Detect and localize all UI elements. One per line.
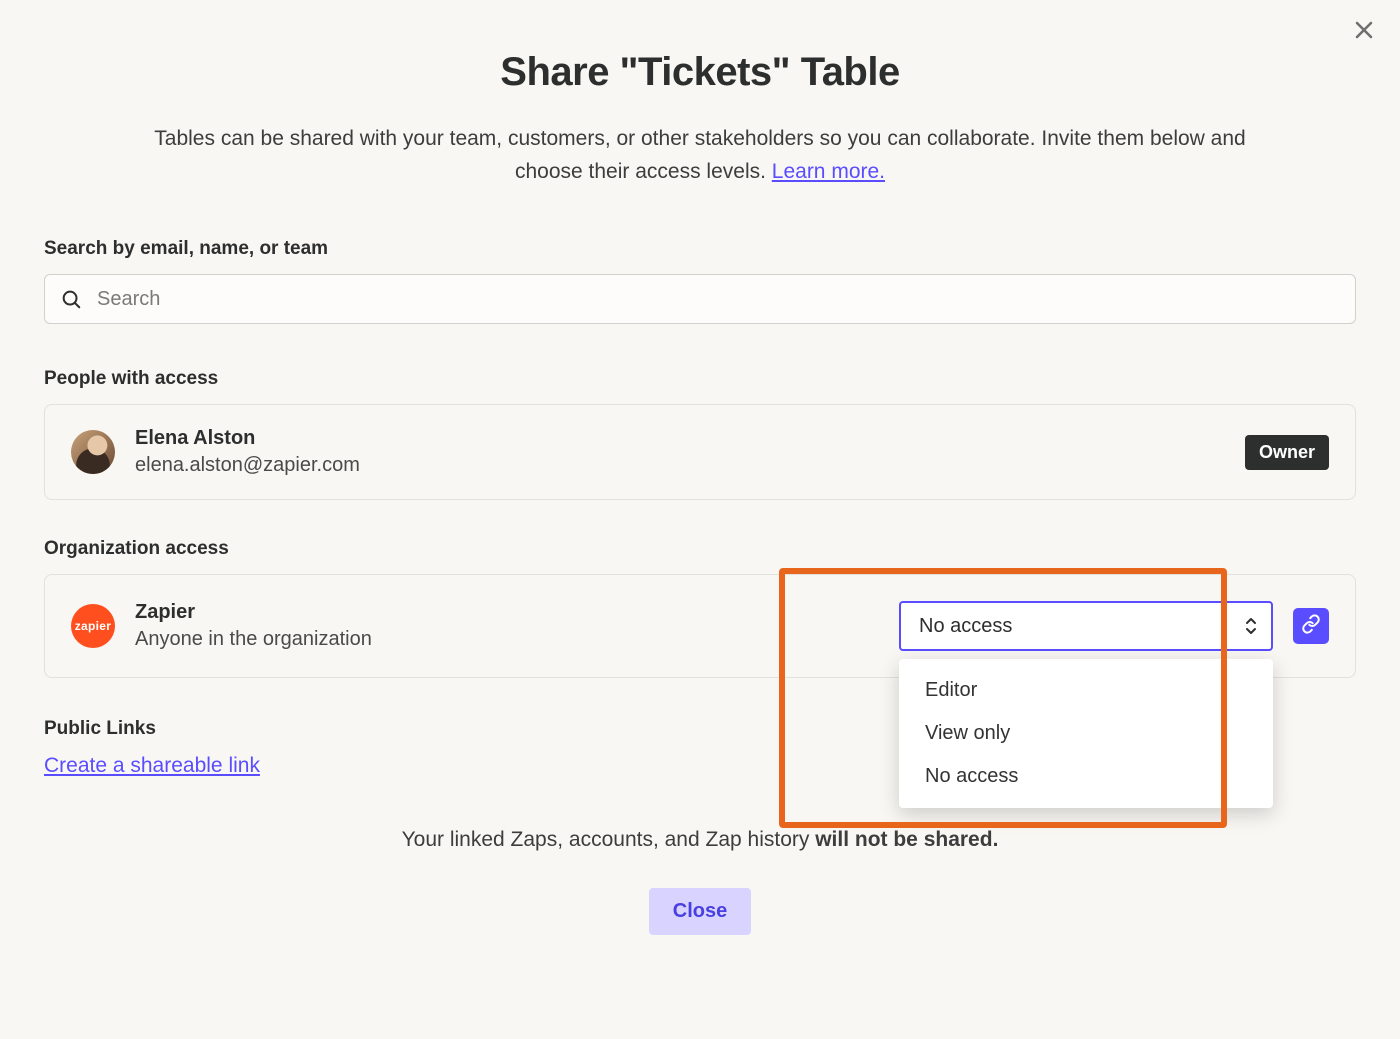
zapier-logo-icon: zapier [71,604,115,648]
people-label: People with access [44,368,1356,390]
org-label: Organization access [44,538,1356,560]
access-select: No access Editor View only No access [899,601,1273,651]
person-name: Elena Alston [135,425,1225,452]
access-select-value: No access [919,615,1012,638]
sort-icon [1243,616,1259,636]
org-sub: Anyone in the organization [135,626,879,653]
learn-more-link[interactable]: Learn more. [772,160,885,183]
create-shareable-link[interactable]: Create a shareable link [44,754,260,778]
person-email: elena.alston@zapier.com [135,452,1225,479]
search-icon [60,288,82,310]
close-icon[interactable] [1348,14,1380,46]
access-option-no-access[interactable]: No access [899,755,1273,798]
footer-note: Your linked Zaps, accounts, and Zap hist… [44,828,1356,852]
avatar [71,430,115,474]
modal-subtitle: Tables can be shared with your team, cus… [120,123,1280,188]
modal-title: Share "Tickets" Table [44,50,1356,95]
person-info: Elena Alston elena.alston@zapier.com [135,425,1225,479]
owner-badge: Owner [1245,435,1329,470]
share-modal: Share "Tickets" Table Tables can be shar… [0,0,1400,1039]
close-button[interactable]: Close [649,888,751,935]
org-row: zapier Zapier Anyone in the organization… [44,574,1356,678]
subtitle-text: Tables can be shared with your team, cus… [154,127,1245,183]
search-input[interactable] [44,274,1356,324]
access-option-view-only[interactable]: View only [899,712,1273,755]
access-dropdown: Editor View only No access [899,659,1273,808]
footer-text: Your linked Zaps, accounts, and Zap hist… [402,828,816,851]
org-name: Zapier [135,599,879,626]
access-select-button[interactable]: No access [899,601,1273,651]
person-row: Elena Alston elena.alston@zapier.com Own… [44,404,1356,500]
org-info: Zapier Anyone in the organization [135,599,879,653]
org-section: Organization access zapier Zapier Anyone… [44,538,1356,678]
copy-link-button[interactable] [1293,608,1329,644]
link-icon [1301,614,1321,639]
search-label: Search by email, name, or team [44,238,1356,260]
people-section: People with access Elena Alston elena.al… [44,368,1356,500]
access-option-editor[interactable]: Editor [899,669,1273,712]
footer-bold: will not be shared. [815,828,998,851]
search-wrap [44,274,1356,324]
